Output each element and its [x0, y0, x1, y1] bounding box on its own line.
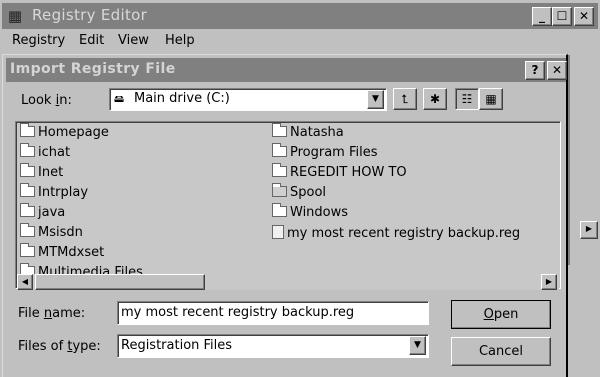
open-button-label: pen	[493, 307, 519, 322]
scrollbar-thumb[interactable]	[35, 274, 205, 290]
up-one-level-icon[interactable]: ⮤	[393, 88, 417, 110]
file-name-value: my most recent registry backup.reg	[121, 305, 355, 320]
menu-edit-label: Edit	[79, 33, 105, 48]
import-registry-dialog: Import Registry File ? ✕ Look in: 🖴 Main…	[2, 54, 568, 377]
drive-icon: 🖴	[114, 94, 125, 105]
file-name-label-post: ame:	[52, 306, 86, 321]
list-item[interactable]: REGEDIT HOW TO	[272, 163, 407, 184]
help-button[interactable]: ?	[525, 61, 545, 80]
list-item[interactable]: java	[20, 203, 66, 224]
cancel-button-label: Cancel	[478, 344, 524, 359]
scroll-left-icon[interactable]: ◀	[17, 274, 33, 290]
registry-values-pane: ▶	[568, 55, 600, 265]
look-in-label-post: n:	[59, 93, 72, 108]
look-in-value: Main drive (C:)	[134, 91, 230, 106]
file-name-input[interactable]: my most recent registry backup.reg	[117, 301, 429, 325]
new-folder-icon[interactable]: ✱	[423, 88, 447, 110]
scroll-right-icon[interactable]: ▶	[541, 274, 557, 290]
list-item[interactable]: Spool	[272, 183, 327, 204]
folder-icon	[20, 123, 35, 137]
list-item[interactable]: Msisdn	[20, 223, 83, 244]
menu-registry[interactable]: Registry	[12, 33, 65, 48]
file-name-label: Windows	[290, 205, 349, 220]
file-type-dropdown[interactable]: Registration Files ▼	[117, 334, 429, 358]
file-name-label: Spool	[290, 185, 327, 200]
file-name-label: Natasha	[290, 125, 344, 140]
file-name-label: MTMdxset	[38, 245, 105, 260]
folder-icon	[272, 123, 287, 137]
pane-scroll-right-icon[interactable]: ▶	[580, 221, 598, 239]
minimize-button[interactable]: _	[532, 7, 552, 26]
list-view-icon[interactable]: ☷	[455, 88, 479, 110]
file-name-label: Msisdn	[38, 225, 83, 240]
file-type-label-pre: Files of	[18, 339, 68, 354]
folder-icon	[20, 143, 35, 157]
dialog-title-bar[interactable]: Import Registry File ? ✕	[6, 58, 567, 82]
list-item[interactable]: Program Files	[272, 143, 378, 164]
menu-edit[interactable]: Edit	[79, 33, 104, 48]
registry-file-icon	[272, 225, 284, 239]
file-name-label: my most recent registry backup.reg	[287, 226, 521, 241]
dialog-title: Import Registry File	[10, 61, 176, 77]
horizontal-scrollbar[interactable]: ◀ ▶	[17, 274, 559, 290]
file-name-label: File name:	[18, 306, 85, 321]
look-in-dropdown[interactable]: 🖴 Main drive (C:) ▼	[109, 88, 387, 111]
list-item[interactable]: Intrplay	[20, 183, 89, 204]
open-button[interactable]: Open	[451, 300, 551, 329]
main-title-bar[interactable]: ▦ Registry Editor _ ☐ ✕	[2, 3, 598, 29]
look-in-label-pre: Look	[21, 93, 56, 108]
file-name-label: ichat	[38, 145, 71, 160]
menu-view-label: View	[118, 33, 149, 48]
folder-icon	[272, 143, 287, 157]
menu-help[interactable]: Help	[165, 33, 195, 48]
folder-icon	[20, 163, 35, 177]
list-item[interactable]: Natasha	[272, 123, 344, 144]
chevron-down-icon[interactable]: ▼	[409, 336, 426, 355]
list-item[interactable]: Inet	[20, 163, 64, 184]
list-item[interactable]: MTMdxset	[20, 243, 105, 264]
file-name-label: Homepage	[38, 125, 109, 140]
close-button[interactable]: ✕	[574, 7, 594, 26]
dialog-close-button[interactable]: ✕	[547, 61, 567, 80]
file-type-value: Registration Files	[121, 338, 233, 353]
file-name-label: Program Files	[290, 145, 378, 160]
file-list[interactable]: Homepage ichat Inet Intrplay java Msisdn…	[15, 121, 561, 289]
chevron-down-icon[interactable]: ▼	[367, 90, 384, 109]
menu-help-label: Help	[165, 33, 195, 48]
file-name-label: Intrplay	[38, 185, 89, 200]
folder-icon	[20, 183, 35, 197]
file-name-label: Inet	[38, 165, 64, 180]
file-name-label-pre: File	[18, 306, 44, 321]
details-view-icon[interactable]: ▦	[479, 88, 503, 110]
folder-icon	[272, 163, 287, 177]
registry-editor-icon: ▦	[7, 7, 23, 25]
maximize-button[interactable]: ☐	[552, 7, 572, 26]
list-item[interactable]: my most recent registry backup.reg	[272, 225, 520, 244]
menu-view[interactable]: View	[118, 33, 149, 48]
open-button-accel: O	[483, 307, 494, 322]
menu-bar: Registry Edit View Help	[2, 30, 598, 54]
folder-icon	[20, 203, 35, 217]
list-item[interactable]: ichat	[20, 143, 71, 164]
look-in-label: Look in:	[21, 93, 72, 108]
folder-icon	[272, 203, 287, 217]
file-type-label: Files of type:	[18, 339, 101, 354]
file-name-label: REGEDIT HOW TO	[290, 165, 407, 180]
list-item[interactable]: Windows	[272, 203, 349, 224]
folder-icon	[20, 243, 35, 257]
list-item[interactable]: Homepage	[20, 123, 109, 144]
file-name-label-accel: n	[43, 306, 53, 321]
main-window-title: Registry Editor	[32, 6, 148, 24]
folder-icon	[20, 223, 35, 237]
file-type-label-post: ype:	[72, 339, 101, 354]
spool-folder-icon	[272, 183, 287, 197]
file-name-label: java	[38, 205, 66, 220]
menu-registry-label: Registry	[12, 33, 66, 48]
cancel-button[interactable]: Cancel	[451, 337, 551, 366]
